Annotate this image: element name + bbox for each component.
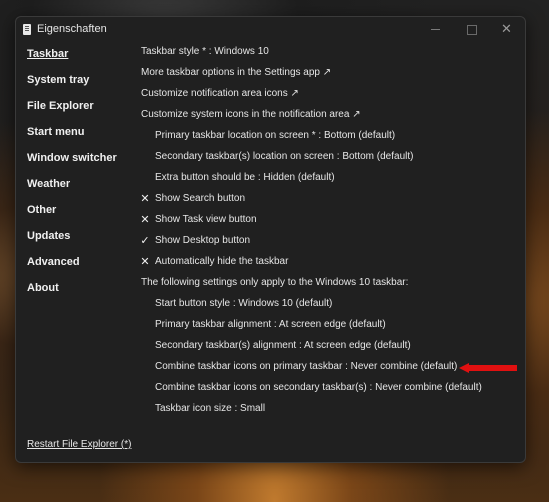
primary-location-setting[interactable]: Primary taskbar location on screen * : B…	[155, 130, 395, 142]
sidebar-item-system-tray[interactable]: System tray	[27, 74, 89, 86]
checkmark-icon[interactable]: ✓	[140, 235, 150, 247]
sidebar-item-weather[interactable]: Weather	[27, 178, 70, 190]
primary-alignment-setting[interactable]: Primary taskbar alignment : At screen ed…	[155, 319, 386, 331]
sidebar-item-about[interactable]: About	[27, 282, 59, 294]
title-bar[interactable]: Eigenschaften ✕	[16, 17, 525, 43]
auto-hide-toggle[interactable]: Automatically hide the taskbar	[155, 256, 288, 268]
sidebar-item-advanced[interactable]: Advanced	[27, 256, 80, 268]
show-desktop-toggle[interactable]: Show Desktop button	[155, 235, 250, 247]
icon-size-setting[interactable]: Taskbar icon size : Small	[155, 403, 265, 415]
sidebar-item-window-switcher[interactable]: Window switcher	[27, 152, 117, 164]
extra-button-setting[interactable]: Extra button should be : Hidden (default…	[155, 172, 335, 184]
unchecked-x-icon[interactable]: ✕	[140, 193, 150, 205]
close-button[interactable]: ✕	[489, 17, 524, 41]
restart-file-explorer-link[interactable]: Restart File Explorer (*)	[27, 439, 131, 450]
unchecked-x-icon[interactable]: ✕	[140, 214, 150, 226]
windows10-note: The following settings only apply to the…	[141, 277, 409, 288]
sidebar-item-other[interactable]: Other	[27, 204, 56, 216]
sidebar-item-start-menu[interactable]: Start menu	[27, 126, 84, 138]
combine-primary-setting[interactable]: Combine taskbar icons on primary taskbar…	[155, 361, 457, 373]
show-task-view-toggle[interactable]: Show Task view button	[155, 214, 257, 226]
red-arrow-annotation	[459, 363, 517, 373]
more-options-link[interactable]: More taskbar options in the Settings app…	[141, 67, 331, 79]
window-title: Eigenschaften	[37, 23, 107, 35]
customize-system-icons-link[interactable]: Customize system icons in the notificati…	[141, 109, 361, 121]
sidebar-item-file-explorer[interactable]: File Explorer	[27, 100, 94, 112]
minimize-button[interactable]	[418, 17, 453, 41]
secondary-location-setting[interactable]: Secondary taskbar(s) location on screen …	[155, 151, 413, 163]
unchecked-x-icon[interactable]: ✕	[140, 256, 150, 268]
taskbar-style-setting[interactable]: Taskbar style * : Windows 10	[141, 46, 269, 58]
combine-secondary-setting[interactable]: Combine taskbar icons on secondary taskb…	[155, 382, 482, 394]
properties-window: Eigenschaften ✕ Taskbar System tray File…	[15, 16, 526, 463]
sidebar-item-taskbar[interactable]: Taskbar	[27, 48, 68, 60]
start-button-style-setting[interactable]: Start button style : Windows 10 (default…	[155, 298, 332, 310]
customize-notification-link[interactable]: Customize notification area icons ↗	[141, 88, 299, 100]
maximize-button[interactable]	[454, 17, 489, 41]
secondary-alignment-setting[interactable]: Secondary taskbar(s) alignment : At scre…	[155, 340, 411, 352]
show-search-toggle[interactable]: Show Search button	[155, 193, 245, 205]
sidebar-item-updates[interactable]: Updates	[27, 230, 70, 242]
app-icon	[23, 24, 31, 35]
